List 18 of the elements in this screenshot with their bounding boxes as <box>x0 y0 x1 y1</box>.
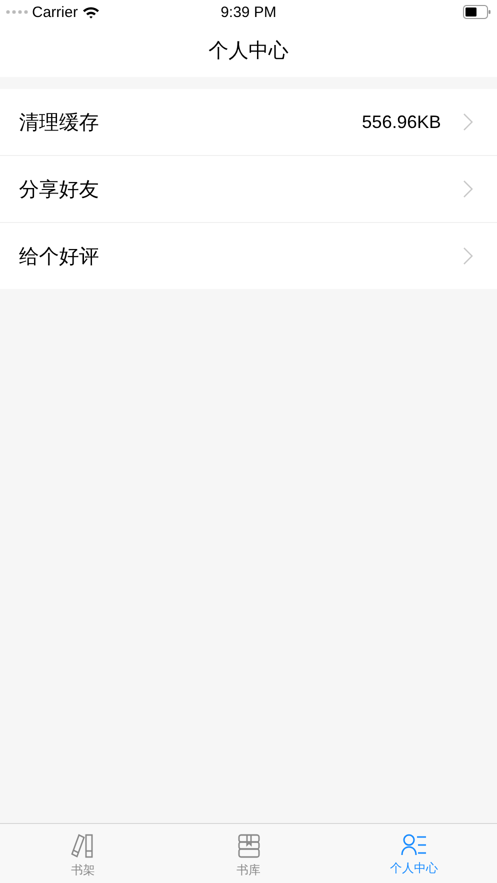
cache-size: 556.96KB <box>362 112 441 132</box>
settings-row[interactable]: 清理缓存 556.96KB <box>0 89 497 156</box>
row-label: 分享好友 <box>19 178 100 202</box>
settings-row[interactable]: 给个好评 <box>0 223 497 289</box>
row-label: 给个好评 <box>19 244 100 270</box>
carrier-name: Carrier <box>32 4 78 20</box>
profile-list-icon <box>401 834 428 856</box>
clock-time: 9:39 PM <box>220 4 276 20</box>
settings-row[interactable]: 分享好友 <box>0 156 497 223</box>
chevron-icon <box>463 113 473 131</box>
signal-icon <box>6 10 28 14</box>
chevron-icon <box>463 180 473 198</box>
chevron-icon <box>463 247 473 265</box>
row-label: 清理缓存 <box>19 110 100 136</box>
page-title: 个人中心 <box>208 39 288 64</box>
wifi-icon <box>82 6 100 18</box>
book-stack-icon <box>238 834 260 858</box>
battery-icon <box>463 5 491 19</box>
